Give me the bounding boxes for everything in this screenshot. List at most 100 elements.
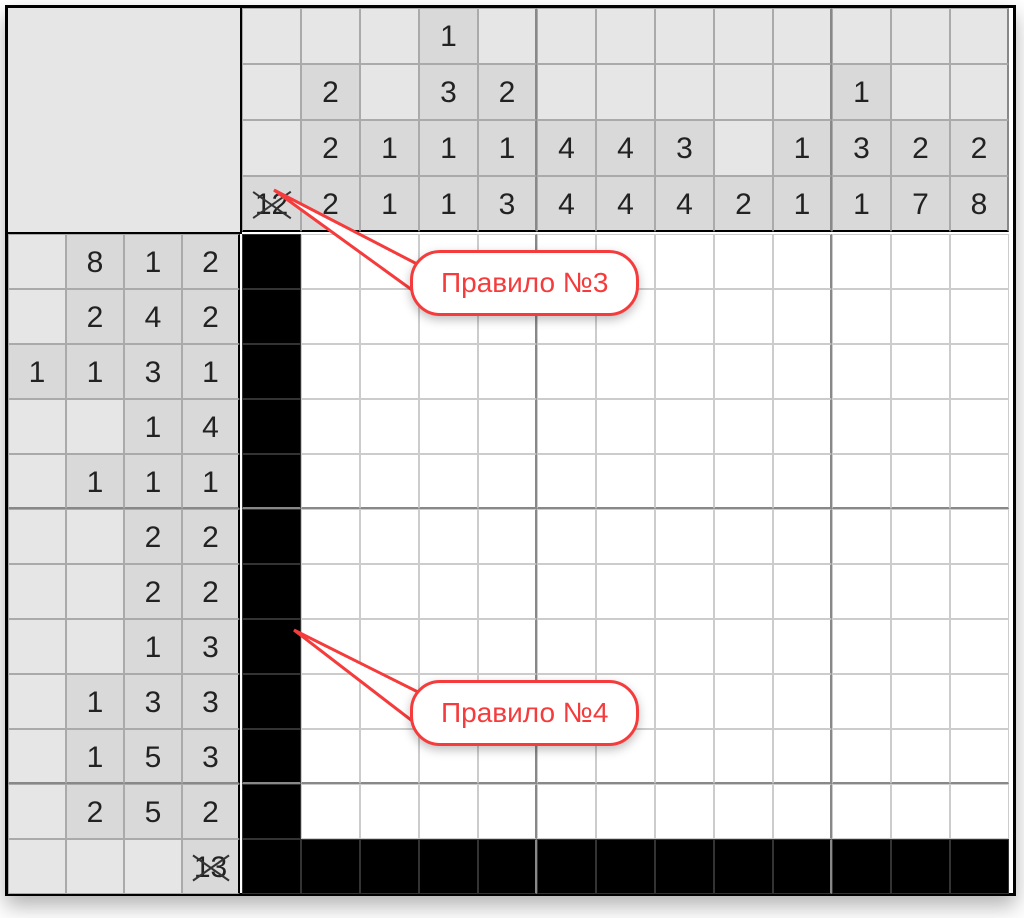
grid-cell-5-1 bbox=[301, 509, 360, 564]
grid-cell-2-3 bbox=[419, 344, 478, 399]
col-clue-3-0: 1 bbox=[419, 8, 478, 64]
col-clue-1-2: 2 bbox=[301, 120, 360, 176]
corner-blank bbox=[8, 8, 242, 234]
grid-cell-11-2 bbox=[360, 839, 419, 894]
grid-cell-8-12 bbox=[950, 674, 1009, 729]
row-clue-11-1 bbox=[66, 839, 124, 894]
row-clue-10-0 bbox=[8, 784, 66, 839]
grid-cell-3-12 bbox=[950, 399, 1009, 454]
grid-cell-5-9 bbox=[773, 509, 832, 564]
col-clue-12-1 bbox=[950, 64, 1009, 120]
grid-cell-4-1 bbox=[301, 454, 360, 509]
grid-cell-7-1 bbox=[301, 619, 360, 674]
row-clue-7-1 bbox=[66, 619, 124, 674]
col-clue-4-2: 1 bbox=[478, 120, 537, 176]
col-clue-10-2: 3 bbox=[832, 120, 891, 176]
row-clue-4-0 bbox=[8, 454, 66, 509]
grid-cell-6-0 bbox=[242, 564, 301, 619]
grid-cell-11-5 bbox=[537, 839, 596, 894]
row-clue-6-0 bbox=[8, 564, 66, 619]
grid-cell-3-10 bbox=[832, 399, 891, 454]
callout-rule4-text: Правило №4 bbox=[441, 697, 608, 728]
col-clue-12-3: 8 bbox=[950, 176, 1009, 232]
callout-rule3: Правило №3 bbox=[410, 250, 639, 316]
grid-cell-5-3 bbox=[419, 509, 478, 564]
col-clue-3-1: 3 bbox=[419, 64, 478, 120]
col-clue-11-1 bbox=[891, 64, 950, 120]
col-clue-1-1: 2 bbox=[301, 64, 360, 120]
col-clue-4-1: 2 bbox=[478, 64, 537, 120]
grid-cell-9-11 bbox=[891, 729, 950, 784]
row-clue-8-0 bbox=[8, 674, 66, 729]
grid-cell-4-7 bbox=[655, 454, 714, 509]
grid-cell-2-11 bbox=[891, 344, 950, 399]
col-clue-6-3: 4 bbox=[596, 176, 655, 232]
row-clue-0-1: 8 bbox=[66, 234, 124, 289]
grid-cell-4-3 bbox=[419, 454, 478, 509]
grid-cell-4-8 bbox=[714, 454, 773, 509]
grid-cell-1-0 bbox=[242, 289, 301, 344]
grid-cell-0-11 bbox=[891, 234, 950, 289]
grid-cell-6-11 bbox=[891, 564, 950, 619]
col-clue-9-1 bbox=[773, 64, 832, 120]
grid-cell-10-3 bbox=[419, 784, 478, 839]
grid-cell-4-10 bbox=[832, 454, 891, 509]
row-clue-4-2: 1 bbox=[124, 454, 182, 509]
grid-cell-3-7 bbox=[655, 399, 714, 454]
row-clue-9-0 bbox=[8, 729, 66, 784]
grid-cell-11-6 bbox=[596, 839, 655, 894]
col-clue-0-2 bbox=[242, 120, 301, 176]
grid-cell-10-4 bbox=[478, 784, 537, 839]
grid-cell-1-7 bbox=[655, 289, 714, 344]
grid-cell-5-10 bbox=[832, 509, 891, 564]
grid-cell-10-1 bbox=[301, 784, 360, 839]
grid-cell-10-2 bbox=[360, 784, 419, 839]
grid-cell-2-10 bbox=[832, 344, 891, 399]
grid-cell-7-4 bbox=[478, 619, 537, 674]
grid-cell-6-10 bbox=[832, 564, 891, 619]
grid-cell-2-8 bbox=[714, 344, 773, 399]
col-clue-11-2: 2 bbox=[891, 120, 950, 176]
row-clue-6-2: 2 bbox=[124, 564, 182, 619]
col-clue-5-0 bbox=[537, 8, 596, 64]
grid-cell-7-3 bbox=[419, 619, 478, 674]
grid-cell-8-10 bbox=[832, 674, 891, 729]
grid-cell-5-6 bbox=[596, 509, 655, 564]
grid-cell-5-7 bbox=[655, 509, 714, 564]
grid-cell-7-5 bbox=[537, 619, 596, 674]
col-clue-2-0 bbox=[360, 8, 419, 64]
row-clue-11-0 bbox=[8, 839, 66, 894]
grid-cell-8-0 bbox=[242, 674, 301, 729]
grid-cell-8-1 bbox=[301, 674, 360, 729]
col-clue-9-2: 1 bbox=[773, 120, 832, 176]
grid-cell-3-9 bbox=[773, 399, 832, 454]
grid-cell-11-9 bbox=[773, 839, 832, 894]
grid-cell-11-3 bbox=[419, 839, 478, 894]
grid-cell-5-4 bbox=[478, 509, 537, 564]
grid-cell-9-2 bbox=[360, 729, 419, 784]
grid-cell-4-0 bbox=[242, 454, 301, 509]
row-clue-4-3: 1 bbox=[182, 454, 240, 509]
callout-rule3-text: Правило №3 bbox=[441, 267, 608, 298]
grid-cell-4-5 bbox=[537, 454, 596, 509]
row-clue-9-1: 1 bbox=[66, 729, 124, 784]
col-clue-7-1 bbox=[655, 64, 714, 120]
grid-cell-11-12 bbox=[950, 839, 1009, 894]
grid-cell-7-9 bbox=[773, 619, 832, 674]
col-clue-7-2: 3 bbox=[655, 120, 714, 176]
col-clue-8-2 bbox=[714, 120, 773, 176]
grid-cell-2-0 bbox=[242, 344, 301, 399]
col-clue-10-0 bbox=[832, 8, 891, 64]
row-clue-6-1 bbox=[66, 564, 124, 619]
grid-cell-2-2 bbox=[360, 344, 419, 399]
grid-cell-5-12 bbox=[950, 509, 1009, 564]
row-clue-5-3: 2 bbox=[182, 509, 240, 564]
row-clue-0-3: 2 bbox=[182, 234, 240, 289]
callout-rule4: Правило №4 bbox=[410, 680, 639, 746]
col-clue-8-3: 2 bbox=[714, 176, 773, 232]
col-clue-5-3: 4 bbox=[537, 176, 596, 232]
col-clue-4-3: 3 bbox=[478, 176, 537, 232]
grid-cell-7-2 bbox=[360, 619, 419, 674]
grid-cell-1-1 bbox=[301, 289, 360, 344]
grid-cell-3-2 bbox=[360, 399, 419, 454]
